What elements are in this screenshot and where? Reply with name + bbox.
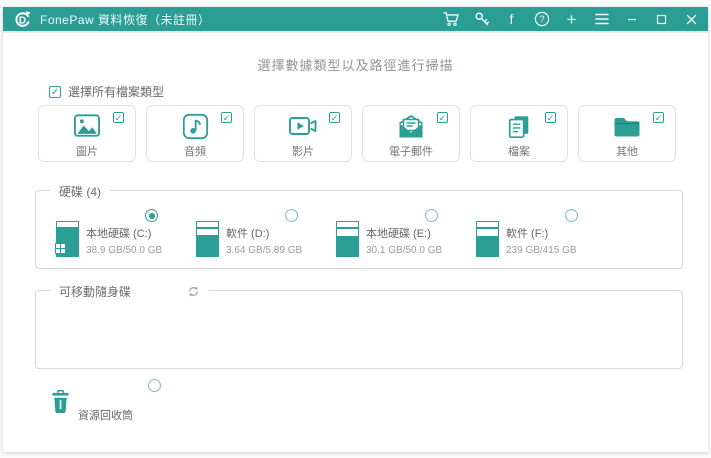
image-icon bbox=[73, 112, 101, 140]
file-type-label: 電子郵件 bbox=[389, 146, 433, 158]
menu-icon[interactable] bbox=[593, 11, 610, 28]
close-button[interactable] bbox=[683, 11, 700, 28]
email-icon bbox=[396, 112, 426, 140]
refresh-icon[interactable] bbox=[187, 285, 200, 298]
page-title: 選擇數據類型以及路徑進行掃描 bbox=[257, 58, 454, 73]
file-type-card-image[interactable]: ✓ 圖片 bbox=[38, 105, 136, 162]
video-checkbox[interactable]: ✓ bbox=[329, 112, 340, 123]
file-type-card-audio[interactable]: ✓ 音頻 bbox=[146, 105, 244, 162]
file-type-card-other[interactable]: ✓ 其他 bbox=[578, 105, 676, 162]
email-checkbox[interactable]: ✓ bbox=[437, 112, 448, 123]
other-checkbox[interactable]: ✓ bbox=[653, 112, 664, 123]
cart-icon[interactable] bbox=[443, 11, 460, 28]
image-checkbox[interactable]: ✓ bbox=[113, 112, 124, 123]
facebook-icon[interactable]: f bbox=[503, 11, 520, 28]
drive-icon bbox=[336, 221, 359, 257]
drive-name: 軟件 (D:) bbox=[226, 228, 270, 240]
svg-text:D: D bbox=[19, 15, 26, 26]
drive-f-radio[interactable] bbox=[565, 209, 578, 222]
windows-logo-icon bbox=[55, 243, 66, 254]
file-type-label: 檔案 bbox=[508, 146, 530, 158]
minimize-button[interactable] bbox=[623, 11, 640, 28]
recycle-bin-item[interactable]: 資源回收筒 bbox=[48, 379, 188, 427]
titlebar-actions: f ? + bbox=[443, 11, 700, 28]
drive-list: 本地硬碟 (C:) 38.9 GB/50.0 GB 軟件 (D:) 3.64 G… bbox=[55, 209, 616, 257]
audio-checkbox[interactable]: ✓ bbox=[221, 112, 232, 123]
hard-disk-section: 硬碟 (4) 本地硬碟 (C:) 38.9 GB/50.0 GB 軟件 (D:)… bbox=[35, 183, 683, 269]
document-icon bbox=[506, 112, 532, 140]
drive-icon bbox=[196, 221, 219, 257]
drive-capacity: 239 GB/415 GB bbox=[506, 245, 577, 256]
help-icon[interactable]: ? bbox=[533, 11, 550, 28]
drive-d-radio[interactable] bbox=[285, 209, 298, 222]
recycle-bin-label: 資源回收筒 bbox=[78, 410, 133, 422]
drive-e-radio[interactable] bbox=[425, 209, 438, 222]
drive-f[interactable]: 軟件 (F:) 239 GB/415 GB bbox=[476, 209, 616, 257]
drive-capacity: 3.64 GB/5.89 GB bbox=[226, 245, 303, 256]
drive-capacity: 30.1 GB/50.0 GB bbox=[366, 245, 443, 256]
audio-icon bbox=[182, 112, 209, 140]
drive-icon bbox=[476, 221, 499, 257]
drive-c-radio[interactable] bbox=[145, 209, 158, 222]
file-type-label: 音頻 bbox=[184, 146, 206, 158]
drive-icon bbox=[55, 221, 79, 257]
select-all-label: 選擇所有檔案類型 bbox=[68, 85, 165, 99]
svg-text:?: ? bbox=[539, 14, 544, 24]
titlebar: D FonePaw 資料恢復（未註冊） f ? + bbox=[3, 7, 708, 33]
document-checkbox[interactable]: ✓ bbox=[545, 112, 556, 123]
drive-e[interactable]: 本地硬碟 (E:) 30.1 GB/50.0 GB bbox=[336, 209, 476, 257]
drive-name: 軟件 (F:) bbox=[506, 228, 549, 240]
register-key-icon[interactable] bbox=[473, 11, 490, 28]
folder-icon bbox=[612, 112, 642, 140]
drive-capacity: 38.9 GB/50.0 GB bbox=[86, 245, 163, 256]
file-type-card-document[interactable]: ✓ 檔案 bbox=[470, 105, 568, 162]
recycle-bin-radio[interactable] bbox=[148, 379, 161, 392]
app-window: D FonePaw 資料恢復（未註冊） f ? + 選擇數據類型以及路徑進行掃描… bbox=[3, 7, 708, 452]
add-icon[interactable]: + bbox=[563, 11, 580, 28]
drive-name: 本地硬碟 (C:) bbox=[86, 228, 152, 240]
maximize-button[interactable] bbox=[653, 11, 670, 28]
drive-d[interactable]: 軟件 (D:) 3.64 GB/5.89 GB bbox=[196, 209, 336, 257]
app-logo-icon: D bbox=[13, 10, 32, 29]
trash-icon bbox=[50, 389, 71, 420]
file-type-label: 圖片 bbox=[76, 146, 98, 158]
select-all-row[interactable]: ✓ 選擇所有檔案類型 bbox=[49, 83, 164, 100]
file-type-label: 其他 bbox=[616, 146, 638, 158]
file-type-card-email[interactable]: ✓ 電子郵件 bbox=[362, 105, 460, 162]
file-type-label: 影片 bbox=[292, 146, 314, 158]
file-type-card-video[interactable]: ✓ 影片 bbox=[254, 105, 352, 162]
file-type-cards: ✓ 圖片 ✓ 音頻 ✓ 影片 ✓ 電子郵件 ✓ 檔案 ✓ 其他 bbox=[38, 105, 676, 162]
drive-c[interactable]: 本地硬碟 (C:) 38.9 GB/50.0 GB bbox=[55, 209, 196, 257]
window-title: FonePaw 資料恢復（未註冊） bbox=[40, 12, 211, 27]
select-all-checkbox[interactable]: ✓ bbox=[49, 85, 61, 98]
hard-disk-section-title: 硬碟 (4) bbox=[50, 183, 111, 200]
drive-name: 本地硬碟 (E:) bbox=[366, 228, 431, 240]
video-icon bbox=[288, 112, 318, 140]
removable-section-title: 可移動隨身碟 bbox=[59, 285, 132, 299]
removable-drive-section: 可移動隨身碟 bbox=[35, 283, 683, 369]
